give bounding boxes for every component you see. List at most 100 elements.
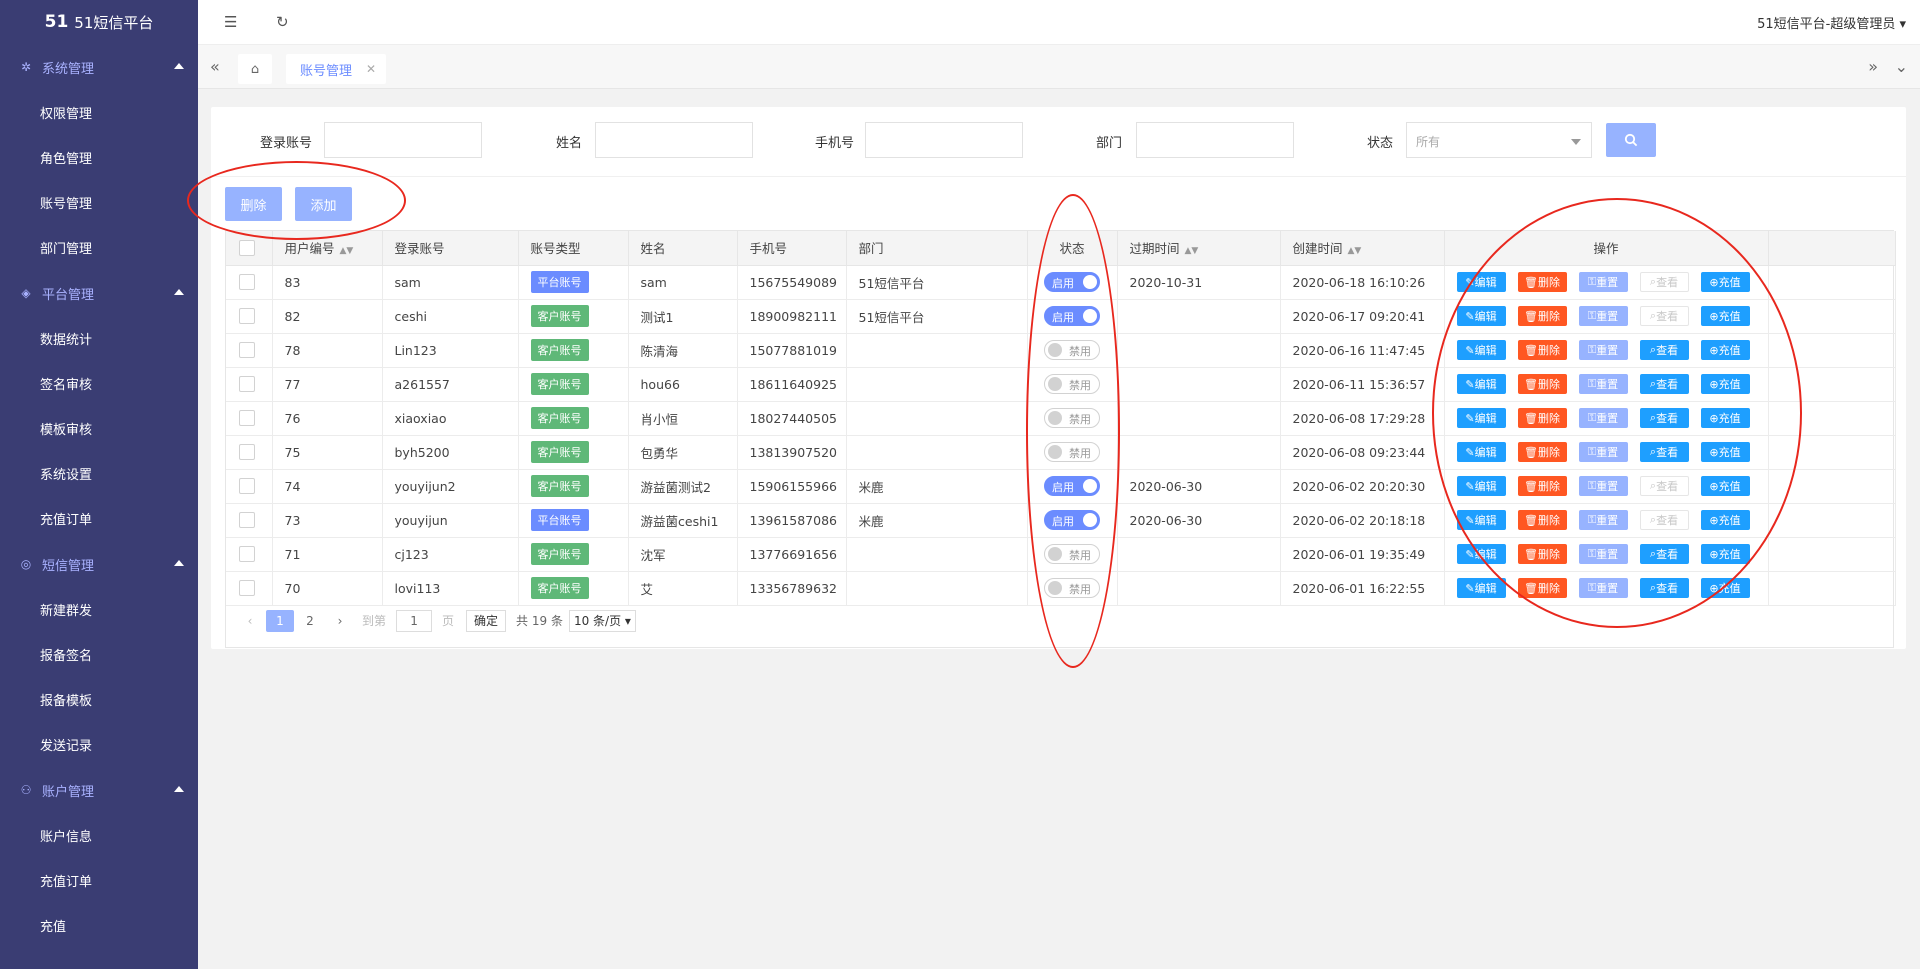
- close-icon[interactable]: ✕: [366, 62, 376, 76]
- row-checkbox[interactable]: [239, 376, 255, 393]
- expire-time-cell: 2020-06-30: [1117, 469, 1281, 504]
- sidebar-item[interactable]: 账户信息: [0, 813, 198, 858]
- goto-confirm-button[interactable]: 确定: [466, 609, 507, 632]
- sidebar-item[interactable]: 模板审核: [0, 406, 198, 451]
- empty-cell: [1768, 537, 1896, 572]
- created-time-cell: 2020-06-08 17:29:28: [1280, 401, 1445, 436]
- sidebar-group-label: 短信管理: [42, 558, 95, 574]
- sidebar-item[interactable]: 权限管理: [0, 90, 198, 135]
- account-type-badge: 客户账号: [530, 373, 589, 395]
- login-account-input[interactable]: [324, 122, 482, 158]
- chevron-down-icon: [1571, 139, 1581, 145]
- goto-label: 到第: [362, 614, 387, 628]
- sidebar-item[interactable]: 账号管理: [0, 180, 198, 225]
- user-id-cell: 82: [272, 299, 383, 334]
- page-size-value: 10 条/页: [573, 614, 622, 628]
- prev-page-button[interactable]: ‹: [236, 610, 264, 632]
- col-created-time[interactable]: 创建时间 ▲▼: [1280, 231, 1445, 266]
- col-expire-time[interactable]: 过期时间 ▲▼: [1117, 231, 1281, 266]
- row-checkbox[interactable]: [239, 478, 255, 495]
- account-type-cell: 客户账号: [518, 401, 629, 436]
- annotation-ellipse-actions: [187, 161, 406, 240]
- user-menu[interactable]: 51短信平台-超级管理员 ▾: [1757, 13, 1906, 32]
- login-account-cell: a261557: [382, 367, 519, 402]
- sidebar-item[interactable]: 报备签名: [0, 632, 198, 677]
- sidebar-item[interactable]: 系统设置: [0, 451, 198, 496]
- sidebar-item[interactable]: 发送记录: [0, 722, 198, 767]
- col-phone: 手机号: [737, 231, 847, 266]
- sort-icon[interactable]: ▲▼: [1185, 246, 1199, 256]
- phone-input[interactable]: [865, 122, 1023, 158]
- page-list: 12: [266, 609, 326, 632]
- name-input[interactable]: [595, 122, 753, 158]
- account-type-cell: 客户账号: [518, 299, 629, 334]
- logo[interactable]: 51 51短信平台: [0, 0, 198, 44]
- created-time-cell: 2020-06-08 09:23:44: [1280, 435, 1445, 470]
- refresh-icon[interactable]: ↻: [276, 13, 289, 31]
- search-button[interactable]: [1606, 123, 1656, 157]
- sidebar-group-3[interactable]: ◎ 短信管理: [0, 541, 198, 587]
- department-input[interactable]: [1136, 122, 1294, 158]
- account-type-badge: 平台账号: [530, 271, 589, 293]
- row-checkbox[interactable]: [239, 444, 255, 461]
- account-type-badge: 客户账号: [530, 305, 589, 327]
- user-icon: ⚇: [20, 783, 32, 797]
- sidebar-item[interactable]: 充值: [0, 903, 198, 948]
- sort-icon[interactable]: ▲▼: [340, 246, 354, 256]
- row-checkbox[interactable]: [239, 512, 255, 529]
- sidebar-group-2[interactable]: ◈ 平台管理: [0, 270, 198, 316]
- row-checkbox[interactable]: [239, 546, 255, 563]
- created-time-cell: 2020-06-02 20:20:30: [1280, 469, 1445, 504]
- name-cell: 游益菌ceshi1: [628, 503, 738, 538]
- empty-cell: [1768, 503, 1896, 538]
- home-tab[interactable]: ⌂: [238, 54, 272, 84]
- chevron-up-icon: [174, 63, 184, 69]
- expire-time-cell: [1117, 367, 1281, 402]
- status-select-value: 所有: [1416, 135, 1441, 149]
- phone-cell: 13776691656: [737, 537, 847, 572]
- page-button[interactable]: 1: [266, 609, 294, 632]
- account-type-badge: 客户账号: [530, 543, 589, 565]
- page-size-select[interactable]: 10 条/页 ▾: [568, 609, 636, 632]
- sidebar-item[interactable]: 充值订单: [0, 496, 198, 541]
- sidebar-item[interactable]: 数据统计: [0, 316, 198, 361]
- next-page-button[interactable]: ›: [326, 610, 354, 632]
- sidebar-group-4[interactable]: ⚇ 账户管理: [0, 767, 198, 813]
- row-checkbox[interactable]: [239, 308, 255, 325]
- tabs-scroll-left-icon[interactable]: «: [210, 57, 220, 76]
- user-id-cell: 74: [272, 469, 383, 504]
- sort-icon[interactable]: ▲▼: [1348, 246, 1362, 256]
- tab-account-management[interactable]: 账号管理 ✕: [286, 54, 386, 84]
- tabs-menu-chevron-icon[interactable]: ⌄: [1895, 57, 1908, 76]
- menu-toggle-icon[interactable]: ☰: [224, 13, 237, 31]
- name-cell: 沈军: [628, 537, 738, 572]
- sidebar-item[interactable]: 部门管理: [0, 225, 198, 270]
- sidebar-item[interactable]: 角色管理: [0, 135, 198, 180]
- department-cell: [846, 367, 1028, 402]
- page-button[interactable]: 2: [296, 610, 324, 632]
- sidebar-item[interactable]: 签名审核: [0, 361, 198, 406]
- user-id-cell: 78: [272, 333, 383, 368]
- tabs-scroll-right-icon[interactable]: »: [1868, 57, 1878, 76]
- row-checkbox[interactable]: [239, 274, 255, 291]
- goto-page-input[interactable]: 1: [396, 609, 433, 632]
- sidebar-item[interactable]: 新建群发: [0, 587, 198, 632]
- sidebar-group-1[interactable]: ✲ 系统管理: [0, 44, 198, 90]
- name-cell: 游益菌测试2: [628, 469, 738, 504]
- user-id-cell: 71: [272, 537, 383, 572]
- sidebar-nav: ✲ 系统管理 权限管理 角色管理 账号管理 部门管理 ◈ 平台管理 数据统计 签名审核 模板审核 系统…: [0, 44, 198, 948]
- row-checkbox[interactable]: [239, 342, 255, 359]
- user-id-cell: 83: [272, 265, 383, 300]
- status-select[interactable]: 所有: [1406, 122, 1592, 158]
- phone-cell: 13813907520: [737, 435, 847, 470]
- sidebar-item[interactable]: 报备模板: [0, 677, 198, 722]
- row-checkbox-cell: [226, 537, 273, 572]
- user-id-cell: 77: [272, 367, 383, 402]
- department-cell: 51短信平台: [846, 299, 1028, 334]
- row-checkbox[interactable]: [239, 410, 255, 427]
- home-icon: ⌂: [250, 61, 260, 77]
- sidebar-item[interactable]: 充值订单: [0, 858, 198, 903]
- expire-time-cell: [1117, 299, 1281, 334]
- phone-cell: 15675549089: [737, 265, 847, 300]
- select-all-checkbox[interactable]: [239, 240, 255, 256]
